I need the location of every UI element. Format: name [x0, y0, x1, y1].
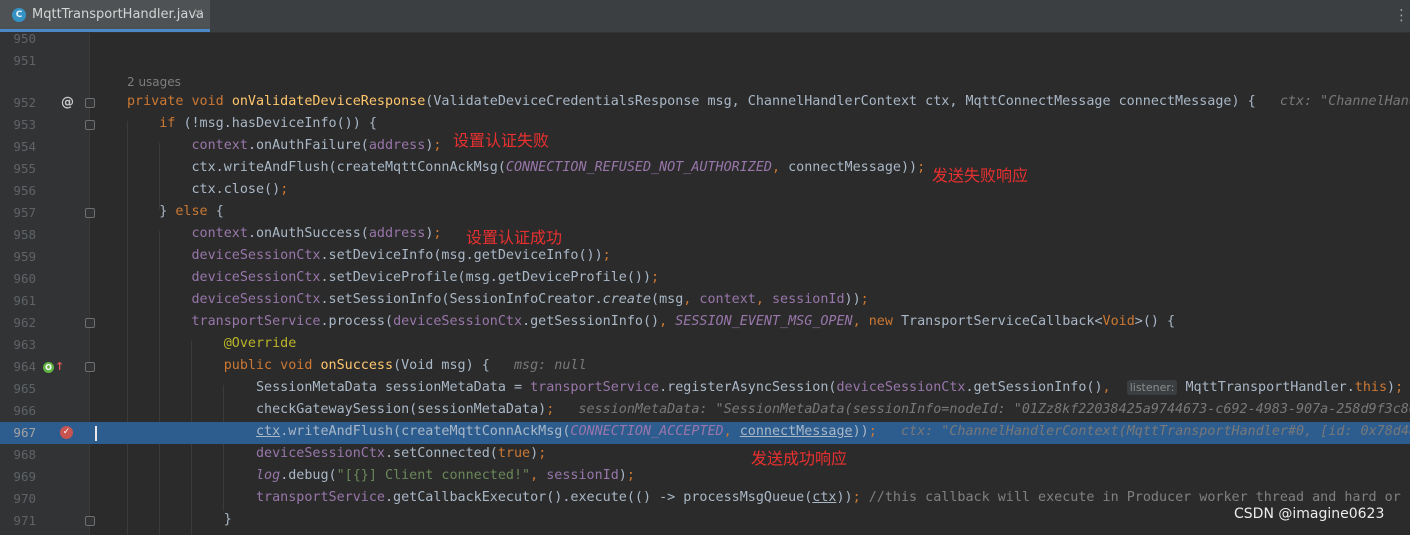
line-number: 952 — [13, 95, 36, 110]
text-cursor — [95, 426, 97, 441]
code-line[interactable]: 951 — [0, 50, 1410, 72]
code-text: deviceSessionCtx.setDeviceProfile(msg.ge… — [191, 270, 660, 285]
code-text: context.onAuthFailure(address); — [191, 138, 442, 153]
fold-icon[interactable] — [85, 120, 95, 130]
line-number: 960 — [13, 271, 36, 286]
code-text: @Override — [223, 336, 297, 351]
code-text: deviceSessionCtx.setConnected(true); — [256, 446, 547, 461]
code-text: ctx.close(); — [127, 182, 289, 197]
code-line[interactable]: 952 private void onValidateDeviceRespons… — [0, 92, 1410, 114]
code-text: checkGatewaySession(sessionMetaData); se… — [127, 402, 1410, 417]
code-line[interactable]: 954 context.onAuthFailure(address); — [0, 136, 1410, 158]
code-line[interactable]: 950 — [0, 28, 1410, 50]
code-line[interactable]: 960 deviceSessionCtx.setDeviceProfile(ms… — [0, 268, 1410, 290]
code-line[interactable]: 968 deviceSessionCtx.setConnected(true); — [0, 444, 1410, 466]
usages-hint[interactable]: 2 usages — [127, 75, 181, 89]
code-text: if (!msg.hasDeviceInfo()) { — [159, 116, 377, 131]
code-line[interactable]: 961 deviceSessionCtx.setSessionInfo(Sess… — [0, 290, 1410, 312]
line-number: 950 — [13, 31, 36, 46]
close-icon[interactable]: × — [193, 6, 204, 21]
code-line[interactable]: 962 transportService.process(deviceSessi… — [0, 312, 1410, 334]
code-text: transportService.getCallbackExecutor().e… — [256, 490, 1410, 505]
line-number: 965 — [13, 381, 36, 396]
line-number: 956 — [13, 183, 36, 198]
code-text: } — [127, 512, 232, 527]
code-line[interactable]: 957 } else { — [0, 202, 1410, 224]
at-icon[interactable]: @ — [61, 95, 74, 110]
code-line[interactable]: 956 ctx.close(); — [0, 180, 1410, 202]
code-line[interactable]: 955 ctx.writeAndFlush(createMqttConnAckM… — [0, 158, 1410, 180]
code-line[interactable]: 971 } — [0, 510, 1410, 532]
code-text: ctx.writeAndFlush(createMqttConnAckMsg(C… — [127, 160, 926, 175]
code-line[interactable]: 970 transportService.getCallbackExecutor… — [0, 488, 1410, 510]
code-text: log.debug("[{}] Client connected!", sess… — [256, 468, 635, 483]
line-number: 962 — [13, 315, 36, 330]
code-line[interactable]: 953 if (!msg.hasDeviceInfo()) { — [0, 114, 1410, 136]
fold-icon[interactable] — [85, 208, 95, 218]
line-number: 969 — [13, 469, 36, 484]
line-number: 951 — [13, 53, 36, 68]
fold-icon[interactable] — [85, 362, 95, 372]
more-vertical-icon[interactable]: ⋮ — [1394, 6, 1409, 24]
line-number: 967 — [13, 425, 36, 440]
code-line-current[interactable]: 967 ctx.writeAndFlush(createMqttConnAckM… — [0, 422, 1410, 444]
code-text: private void onValidateDeviceResponse(Va… — [127, 94, 1410, 109]
tab-title: MqttTransportHandler.java — [32, 7, 205, 22]
code-line[interactable]: 958 context.onAuthSuccess(address); — [0, 224, 1410, 246]
line-number: 961 — [13, 293, 36, 308]
code-line[interactable]: 959 deviceSessionCtx.setDeviceInfo(msg.g… — [0, 246, 1410, 268]
code-text: deviceSessionCtx.setSessionInfo(SessionI… — [191, 292, 869, 307]
code-text: public void onSuccess(Void msg) { msg: n… — [223, 358, 587, 373]
annotation-auth-success: 设置认证成功 — [466, 228, 563, 247]
line-number: 964 — [13, 359, 36, 374]
code-line[interactable]: 964 public void onSuccess(Void msg) { ms… — [0, 356, 1410, 378]
fold-icon[interactable] — [85, 98, 95, 108]
line-number: 970 — [13, 491, 36, 506]
line-number: 955 — [13, 161, 36, 176]
code-line[interactable]: 965 SessionMetaData sessionMetaData = tr… — [0, 378, 1410, 400]
code-line[interactable]: 966 checkGatewaySession(sessionMetaData)… — [0, 400, 1410, 422]
code-line[interactable]: 969 log.debug("[{}] Client connected!", … — [0, 466, 1410, 488]
code-text: transportService.process(deviceSessionCt… — [191, 314, 1176, 329]
code-text: SessionMetaData sessionMetaData = transp… — [127, 380, 1404, 395]
line-number: 954 — [13, 139, 36, 154]
annotation-send-success: 发送成功响应 — [751, 449, 848, 468]
code-line[interactable]: 963 @Override — [0, 334, 1410, 356]
line-number: 963 — [13, 337, 36, 352]
line-number: 957 — [13, 205, 36, 220]
override-icon[interactable]: O — [43, 362, 54, 373]
code-text: ctx.writeAndFlush(createMqttConnAckMsg(C… — [256, 424, 1410, 439]
line-number: 966 — [13, 403, 36, 418]
annotation-send-failure: 发送失败响应 — [932, 166, 1029, 185]
code-text: deviceSessionCtx.setDeviceInfo(msg.getDe… — [191, 248, 611, 263]
line-number: 953 — [13, 117, 36, 132]
line-number: 958 — [13, 227, 36, 242]
watermark: CSDN @imagine0623 — [1234, 506, 1385, 522]
arrow-up-icon[interactable]: ↑ — [55, 360, 64, 373]
fold-icon[interactable] — [85, 516, 95, 526]
code-text: context.onAuthSuccess(address); — [191, 226, 442, 241]
annotation-auth-failure: 设置认证失败 — [453, 131, 550, 150]
breakpoint-icon[interactable]: ✓ — [60, 426, 73, 439]
line-number: 968 — [13, 447, 36, 462]
fold-icon[interactable] — [85, 318, 95, 328]
line-number: 971 — [13, 513, 36, 528]
code-text: } else { — [127, 204, 224, 219]
java-class-icon: C — [12, 8, 26, 22]
line-number: 959 — [13, 249, 36, 264]
